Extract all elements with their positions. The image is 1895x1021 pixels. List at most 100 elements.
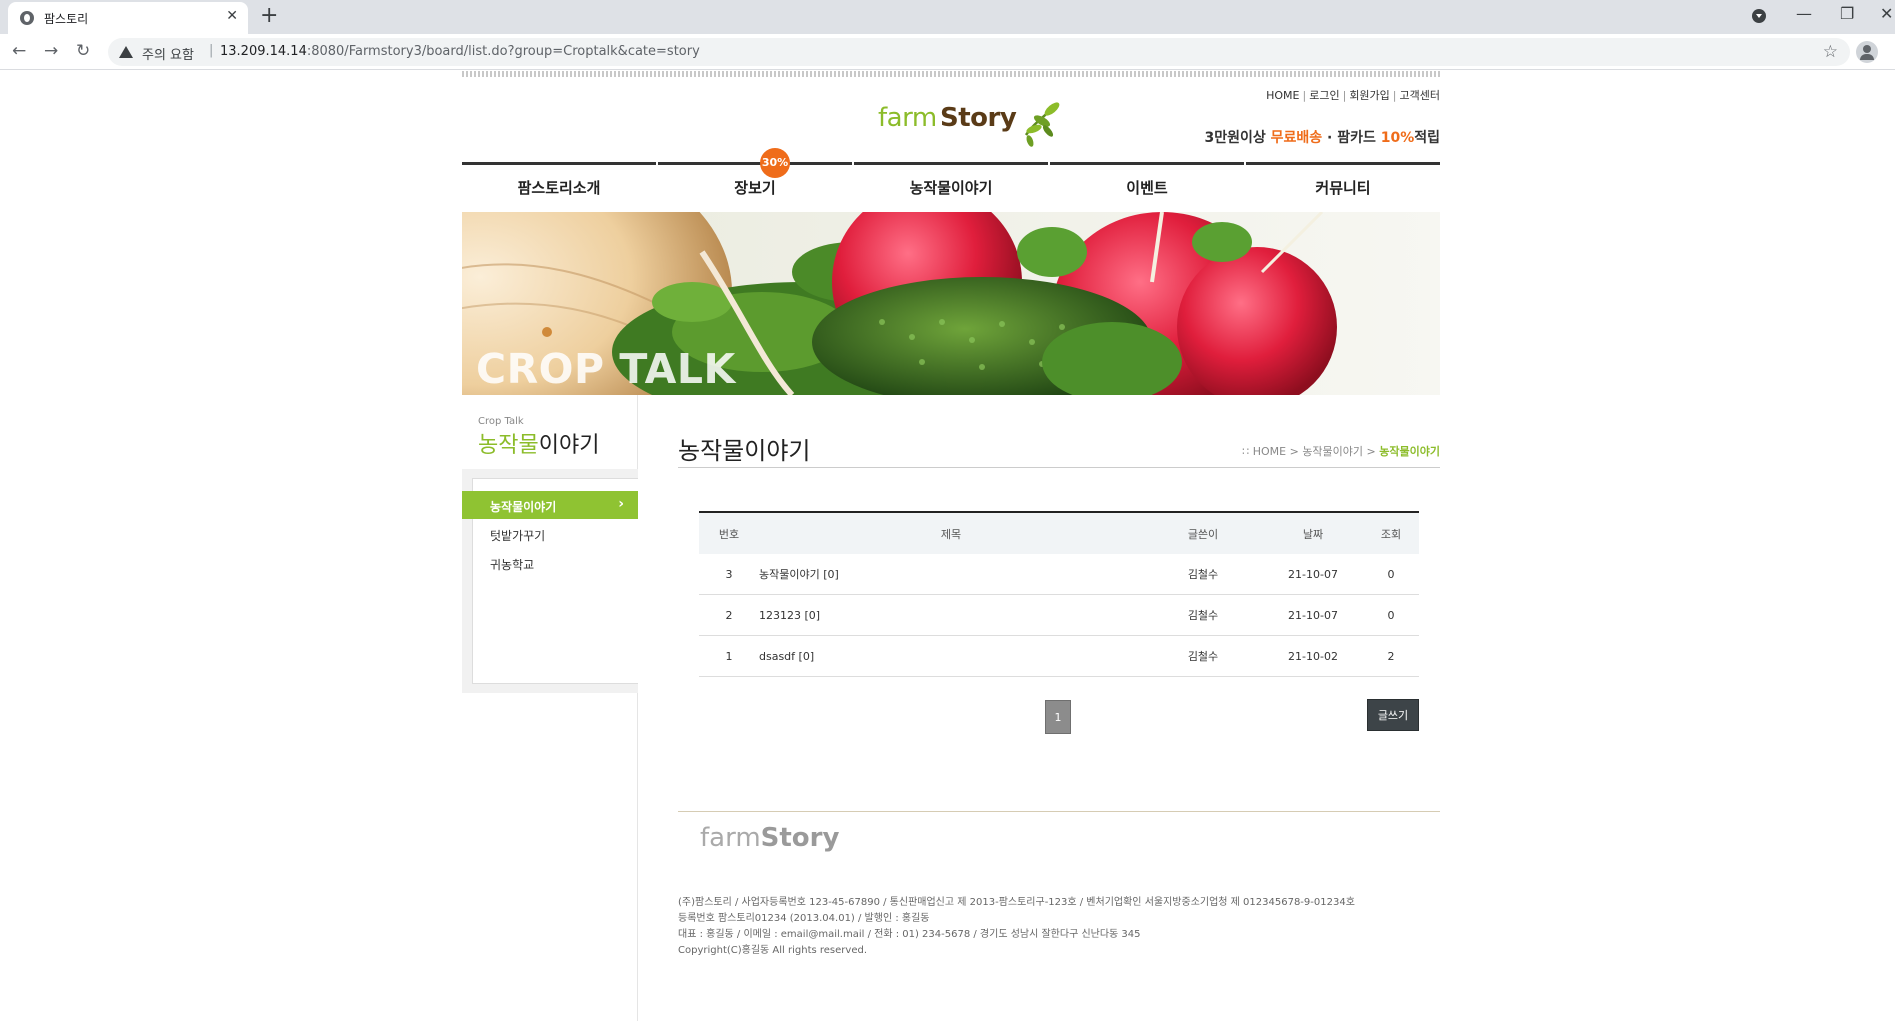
close-icon[interactable]: ✕: [226, 8, 238, 24]
minimize-icon[interactable]: —: [1796, 4, 1812, 23]
nav-item-label: 커뮤니티: [1315, 179, 1371, 197]
reload-icon[interactable]: ↻: [76, 41, 90, 61]
browser-tab-strip: 팜스토리 ✕ + — ❐ ✕: [0, 0, 1895, 34]
nav-item-community[interactable]: 커뮤니티: [1246, 162, 1440, 212]
breadcrumb-bullet: ∷: [1242, 445, 1253, 458]
footer-logo-farm: farm: [700, 823, 761, 853]
row-title-link[interactable]: 123123 [0]: [759, 595, 1143, 635]
security-warning[interactable]: 주의 요함: [142, 44, 194, 63]
sidebar-item-label: 텃밭가꾸기: [490, 529, 546, 543]
nav-item-label: 농작물이야기: [909, 179, 993, 197]
logo-farm-text: farm: [878, 103, 937, 133]
promo-free-shipping: 무료배송: [1270, 130, 1323, 146]
footer-line: 대표 : 홍길동 / 이메일 : email@mail.mail / 전화 : …: [678, 929, 1141, 940]
row-date: 21-10-07: [1288, 608, 1338, 622]
sidebar-title-green: 농작물: [478, 433, 539, 458]
url-input[interactable]: 주의 요함 | 13.209.14.14:8080/Farmstory3/boa…: [108, 38, 1850, 66]
forward-icon[interactable]: →: [44, 41, 58, 61]
restore-icon[interactable]: ❐: [1840, 4, 1854, 23]
sidebar-subtitle: Crop Talk: [478, 416, 524, 427]
row-hit: 2: [1387, 649, 1395, 663]
util-link-register[interactable]: 회원가입: [1349, 89, 1389, 102]
discount-badge: 30%: [760, 148, 790, 178]
nav-item-label: 장보기: [734, 179, 776, 197]
sidebar-title: 농작물이야기: [478, 427, 599, 459]
table-row: 1 dsasdf [0] 김철수 21-10-02 2: [699, 636, 1419, 677]
footer-line: 등록번호 팜스토리01234 (2013.04.01) / 발행인 : 홍길동: [678, 913, 930, 924]
url-divider: |: [209, 43, 214, 58]
util-divider: |: [1392, 89, 1397, 102]
crop-talk-banner: CROP TALK: [462, 212, 1440, 395]
row-writer: 김철수: [1187, 568, 1219, 581]
page-wrapper: HOME | 로그인 | 회원가입 | 고객센터 farm Story 3만원이상 무료배송…: [462, 71, 1440, 1021]
breadcrumb-separator: >: [1286, 445, 1303, 458]
column-header-date: 날짜: [1302, 527, 1324, 541]
nav-item-label: 팜스토리소개: [517, 179, 601, 197]
globe-icon: [20, 11, 34, 25]
sidebar-item-school[interactable]: 귀농학교: [462, 549, 638, 577]
sidebar-item-label: 귀농학교: [490, 558, 535, 572]
bookmark-star-icon[interactable]: ☆: [1823, 42, 1838, 62]
url-host: 13.209.14.14: [220, 44, 307, 59]
write-button[interactable]: 글쓰기: [1367, 699, 1419, 731]
page-number-button[interactable]: 1: [1045, 700, 1071, 734]
row-title-link[interactable]: 농작물이야기 [0]: [759, 554, 1143, 594]
footer-line: (주)팜스토리 / 사업자등록번호 123-45-67890 / 통신판매업신고…: [678, 897, 1355, 908]
util-divider: |: [1302, 89, 1307, 102]
sidebar: Crop Talk 농작물이야기 농작물이야기 › 텃밭가꾸기 귀농학교: [462, 395, 638, 1021]
promo-percent: 10%: [1380, 130, 1415, 146]
utility-links: HOME | 로그인 | 회원가입 | 고객센터: [1266, 87, 1440, 103]
new-tab-icon[interactable]: +: [260, 3, 278, 28]
page: HOME | 로그인 | 회원가입 | 고객센터 farm Story 3만원이상 무료배송…: [0, 71, 1895, 1021]
title-divider: [678, 467, 1440, 468]
leaf-icon: [1024, 102, 1060, 147]
warning-icon: [119, 46, 133, 58]
tab-search-icon[interactable]: [1752, 9, 1766, 23]
row-no: 1: [725, 649, 733, 663]
row-hit: 0: [1387, 608, 1395, 622]
url-text: 13.209.14.14:8080/Farmstory3/board/list.…: [220, 44, 700, 59]
util-link-login[interactable]: 로그인: [1309, 89, 1339, 102]
breadcrumb-section[interactable]: 농작물이야기: [1302, 445, 1363, 458]
window-close-icon[interactable]: ✕: [1880, 4, 1893, 23]
nav-item-croptalk[interactable]: 농작물이야기: [854, 162, 1048, 212]
sidebar-menu-box: 농작물이야기 › 텃밭가꾸기 귀농학교: [462, 469, 638, 693]
banner-title: CROP TALK: [476, 345, 736, 393]
nav-item-shop[interactable]: 30% 장보기: [658, 148, 852, 212]
row-no: 2: [725, 608, 733, 622]
promo-mid: · 팜카드: [1322, 130, 1381, 146]
promo-text: 3만원이상 무료배송 · 팜카드 10%적립: [1204, 127, 1440, 147]
row-writer: 김철수: [1187, 650, 1219, 663]
nav-item-event[interactable]: 이벤트: [1050, 162, 1244, 212]
browser-tab[interactable]: 팜스토리 ✕: [8, 2, 248, 34]
page-title: 농작물이야기: [678, 437, 811, 465]
nav-item-intro[interactable]: 팜스토리소개: [462, 162, 656, 212]
footer-divider: [678, 811, 1440, 812]
main-navigation: 팜스토리소개 30% 장보기 농작물이야기 이벤트 커뮤니티: [462, 148, 1440, 212]
row-hit: 0: [1387, 567, 1395, 581]
back-icon[interactable]: ←: [12, 41, 26, 61]
logo-story-text: Story: [940, 103, 1017, 133]
site-logo[interactable]: farm Story: [878, 95, 1060, 151]
row-date: 21-10-02: [1288, 649, 1338, 663]
sidebar-item-garden[interactable]: 텃밭가꾸기: [462, 520, 638, 548]
breadcrumb-current: 농작물이야기: [1379, 445, 1440, 458]
footer-line: Copyright(C)홍길동 All rights reserved.: [678, 945, 868, 956]
sidebar-item-label: 농작물이야기: [490, 500, 557, 514]
row-title-link[interactable]: dsasdf [0]: [759, 636, 1143, 676]
breadcrumb: ∷ HOME > 농작물이야기 > 농작물이야기: [1242, 443, 1440, 459]
breadcrumb-separator: >: [1363, 445, 1380, 458]
column-header-no: 번호: [718, 527, 740, 541]
breadcrumb-home[interactable]: HOME: [1253, 445, 1286, 458]
profile-icon[interactable]: [1856, 41, 1878, 63]
util-link-home[interactable]: HOME: [1266, 89, 1299, 102]
util-link-support[interactable]: 고객센터: [1400, 89, 1440, 102]
tab-title: 팜스토리: [44, 12, 89, 26]
table-row: 2 123123 [0] 김철수 21-10-07 0: [699, 595, 1419, 636]
address-bar: ← → ↻ 주의 요함 | 13.209.14.14:8080/Farmstor…: [0, 34, 1895, 70]
promo-prefix: 3만원이상: [1204, 130, 1271, 146]
sidebar-item-croptalk[interactable]: 농작물이야기 ›: [462, 491, 638, 519]
row-date: 21-10-07: [1288, 567, 1338, 581]
url-path: :8080/Farmstory3/board/list.do?group=Cro…: [306, 44, 700, 59]
table-header-row: 번호 제목 글쓴이 날짜 조회: [699, 511, 1419, 554]
